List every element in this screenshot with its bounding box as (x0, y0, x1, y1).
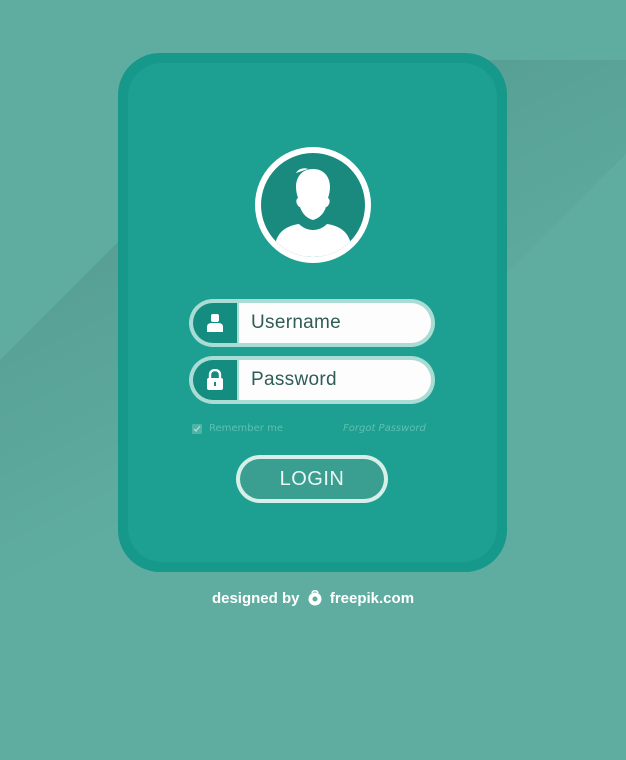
checkmark-icon (193, 425, 201, 432)
remember-me[interactable]: Remember me (192, 423, 283, 434)
remember-label: Remember me (209, 423, 283, 434)
password-input[interactable]: Password (239, 360, 431, 400)
avatar-disc (261, 153, 365, 257)
username-icon-box (193, 303, 237, 343)
login-button-label: LOGIN (240, 459, 384, 499)
password-icon-box (193, 360, 237, 400)
avatar (255, 147, 371, 263)
password-field[interactable]: Password (189, 356, 435, 404)
username-field[interactable]: Username (189, 299, 435, 347)
user-icon (207, 314, 223, 332)
credit-line: designed by freepik.com (0, 589, 626, 610)
credit-designed-by: designed by (211, 590, 300, 607)
user-silhouette-icon (275, 168, 351, 257)
username-input[interactable]: Username (239, 303, 431, 343)
freepik-logo-icon (306, 589, 324, 610)
credit-brand: freepik.com (329, 590, 415, 607)
login-button[interactable]: LOGIN (236, 455, 388, 503)
remember-checkbox[interactable] (192, 423, 202, 434)
lock-icon (207, 369, 223, 390)
forgot-password-link[interactable]: Forgot Password (343, 423, 426, 434)
